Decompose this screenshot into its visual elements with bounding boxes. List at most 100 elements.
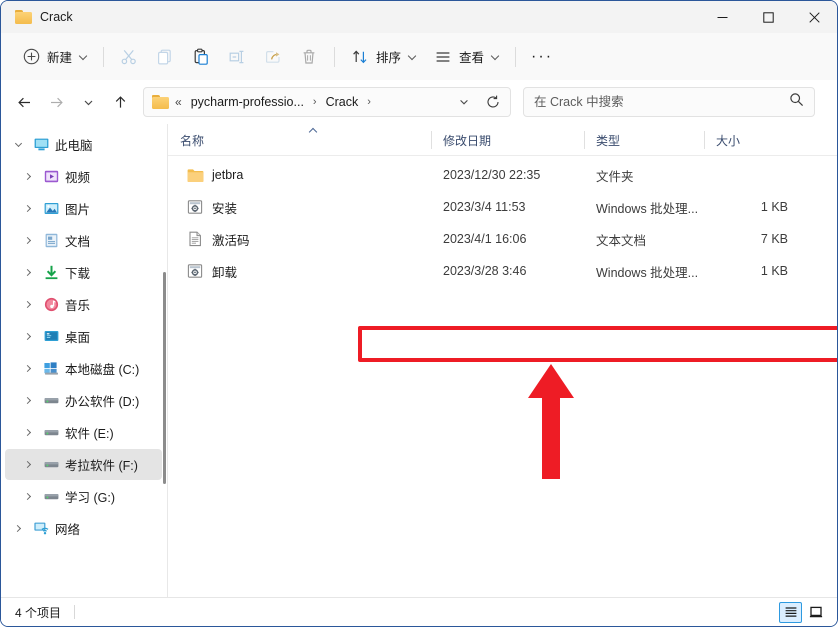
sort-button-label: 排序 bbox=[376, 51, 402, 65]
folder-icon bbox=[186, 166, 204, 184]
breadcrumb-overflow[interactable]: « bbox=[175, 95, 183, 109]
sidebar-item-0[interactable]: 此电脑 bbox=[5, 129, 162, 160]
chevron-right-icon[interactable] bbox=[19, 168, 37, 186]
file-type-cell: Windows 批处理... bbox=[596, 201, 699, 216]
search-input[interactable] bbox=[534, 95, 789, 109]
toolbar-divider-1 bbox=[103, 46, 105, 67]
paste-button[interactable] bbox=[183, 42, 219, 72]
file-name-label: 卸载 bbox=[212, 265, 238, 280]
column-header-date[interactable]: 修改日期 bbox=[431, 124, 584, 156]
sidebar-item-label: 音乐 bbox=[65, 299, 91, 313]
sidebar-item-5[interactable]: 音乐 bbox=[5, 289, 162, 320]
share-button[interactable] bbox=[255, 42, 291, 72]
address-bar-row: « pycharm-professio... › Crack › bbox=[1, 80, 837, 124]
downloads-icon bbox=[42, 264, 60, 282]
delete-button[interactable] bbox=[291, 42, 327, 72]
table-row[interactable]: 激活码 2023/4/1 16:06 文本文档 7 KB bbox=[174, 223, 831, 255]
chevron-right-icon[interactable] bbox=[19, 456, 37, 474]
search-icon[interactable] bbox=[789, 92, 804, 112]
sidebar-item-3[interactable]: 文档 bbox=[5, 225, 162, 256]
column-header-size-label: 大小 bbox=[716, 133, 741, 148]
sort-button[interactable]: 排序 bbox=[342, 42, 425, 72]
sidebar-item-label: 视频 bbox=[65, 171, 91, 185]
sidebar-item-7[interactable]: 本地磁盘 (C:) bbox=[5, 353, 162, 384]
sidebar-item-12[interactable]: 网络 bbox=[5, 513, 162, 544]
sidebar-item-9[interactable]: 软件 (E:) bbox=[5, 417, 162, 448]
breadcrumb[interactable]: « pycharm-professio... › Crack › bbox=[143, 87, 511, 117]
sidebar-item-label: 图片 bbox=[65, 203, 91, 217]
toolbar-divider-3 bbox=[515, 46, 517, 67]
up-button[interactable] bbox=[105, 87, 135, 117]
file-name-cell[interactable]: 激活码 bbox=[174, 230, 437, 249]
desktop-icon bbox=[42, 328, 60, 346]
chevron-right-icon[interactable]: › bbox=[366, 96, 372, 108]
breadcrumb-item-1[interactable]: Crack bbox=[322, 93, 363, 111]
drive-icon bbox=[42, 488, 60, 506]
close-button[interactable] bbox=[791, 1, 837, 33]
address-dropdown-button[interactable] bbox=[452, 90, 476, 114]
copy-icon bbox=[155, 47, 175, 67]
minimize-button[interactable] bbox=[699, 1, 745, 33]
sidebar-item-2[interactable]: 图片 bbox=[5, 193, 162, 224]
chevron-right-icon[interactable]: › bbox=[312, 96, 318, 108]
column-header-type[interactable]: 类型 bbox=[584, 124, 704, 156]
windows-drive-icon bbox=[42, 360, 60, 378]
sidebar-item-label: 此电脑 bbox=[55, 139, 93, 153]
batch-file-icon bbox=[186, 262, 204, 280]
rename-button[interactable] bbox=[219, 42, 255, 72]
file-size-cell: 1 KB bbox=[760, 264, 788, 278]
file-name-cell[interactable]: 安装 bbox=[174, 198, 437, 217]
sidebar-item-8[interactable]: 办公软件 (D:) bbox=[5, 385, 162, 416]
chevron-right-icon[interactable] bbox=[19, 424, 37, 442]
sidebar-item-1[interactable]: 视频 bbox=[5, 161, 162, 192]
large-icons-view-button[interactable] bbox=[804, 602, 827, 623]
sidebar-item-11[interactable]: 学习 (G:) bbox=[5, 481, 162, 512]
trash-icon bbox=[299, 47, 319, 67]
sort-arrows-icon bbox=[350, 47, 370, 67]
table-row[interactable]: jetbra 2023/12/30 22:35 文件夹 bbox=[174, 159, 831, 191]
file-type-cell: 文本文档 bbox=[596, 233, 647, 248]
file-date-cell: 2023/3/28 3:46 bbox=[443, 264, 527, 278]
network-icon bbox=[32, 520, 50, 538]
chevron-down-icon[interactable] bbox=[9, 136, 27, 154]
more-options-button[interactable]: ··· bbox=[523, 42, 561, 72]
column-header-type-label: 类型 bbox=[596, 133, 621, 148]
plus-circle-icon bbox=[21, 47, 41, 67]
forward-button[interactable] bbox=[41, 87, 71, 117]
copy-button[interactable] bbox=[147, 42, 183, 72]
breadcrumb-item-0[interactable]: pycharm-professio... bbox=[187, 93, 308, 111]
details-view-button[interactable] bbox=[779, 601, 802, 623]
cut-button[interactable] bbox=[111, 42, 147, 72]
search-box[interactable] bbox=[523, 87, 815, 117]
chevron-right-icon[interactable] bbox=[19, 200, 37, 218]
chevron-right-icon[interactable] bbox=[19, 360, 37, 378]
sidebar-item-10[interactable]: 考拉软件 (F:) bbox=[5, 449, 162, 480]
file-size-cell: 7 KB bbox=[760, 232, 788, 246]
file-name-cell[interactable]: jetbra bbox=[174, 166, 437, 184]
new-button-label: 新建 bbox=[47, 51, 73, 65]
column-header-size[interactable]: 大小 bbox=[704, 124, 792, 156]
chevron-right-icon[interactable] bbox=[19, 232, 37, 250]
sidebar-item-4[interactable]: 下载 bbox=[5, 257, 162, 288]
chevron-right-icon[interactable] bbox=[19, 488, 37, 506]
column-header-name[interactable]: 名称 bbox=[168, 124, 431, 156]
back-button[interactable] bbox=[9, 87, 39, 117]
sidebar-scrollbar-thumb[interactable] bbox=[163, 272, 166, 484]
view-button[interactable]: 查看 bbox=[425, 42, 508, 72]
sidebar-item-6[interactable]: 桌面 bbox=[5, 321, 162, 352]
chevron-right-icon[interactable] bbox=[19, 392, 37, 410]
sidebar-item-label: 本地磁盘 (C:) bbox=[65, 363, 140, 377]
file-name-cell[interactable]: 卸载 bbox=[174, 262, 437, 281]
new-button[interactable]: 新建 bbox=[13, 42, 96, 72]
sidebar-item-label: 下载 bbox=[65, 267, 91, 281]
table-row[interactable]: 安装 2023/3/4 11:53 Windows 批处理... 1 KB bbox=[174, 191, 831, 223]
chevron-right-icon[interactable] bbox=[19, 296, 37, 314]
table-row[interactable]: 卸载 2023/3/28 3:46 Windows 批处理... 1 KB bbox=[174, 255, 831, 287]
chevron-right-icon[interactable] bbox=[19, 328, 37, 346]
chevron-right-icon[interactable] bbox=[9, 520, 27, 538]
maximize-button[interactable] bbox=[745, 1, 791, 33]
refresh-button[interactable] bbox=[480, 90, 506, 114]
recent-locations-button[interactable] bbox=[73, 87, 103, 117]
chevron-right-icon[interactable] bbox=[19, 264, 37, 282]
chevron-down-icon bbox=[408, 52, 417, 61]
